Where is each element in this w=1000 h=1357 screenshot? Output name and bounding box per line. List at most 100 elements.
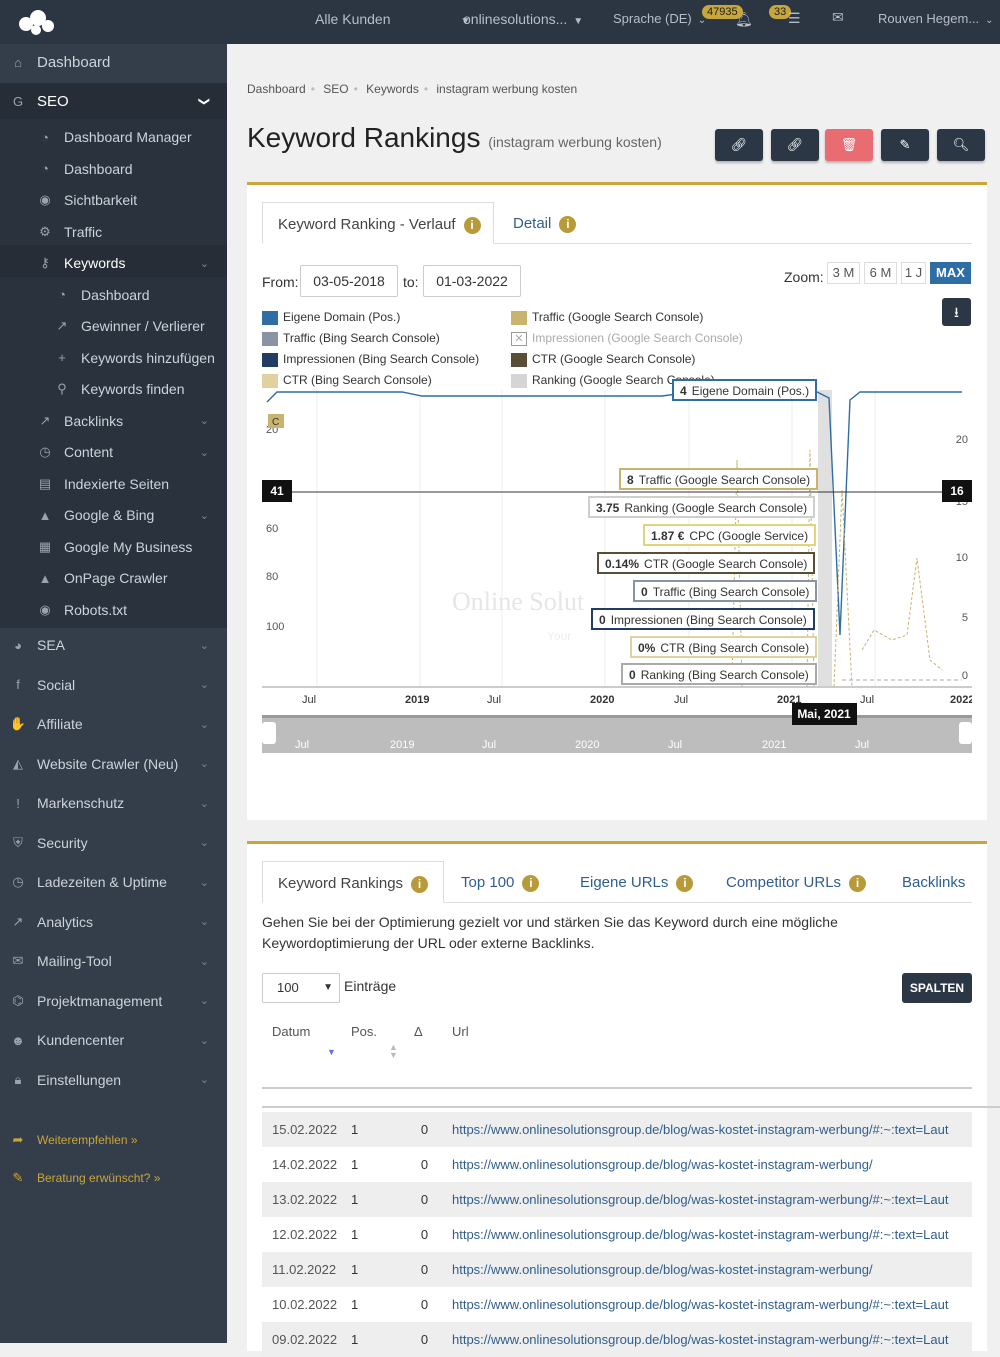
info-icon[interactable]: i bbox=[411, 875, 429, 893]
sidebar-item-label: Analytics bbox=[37, 913, 94, 930]
sidebar-item-label: Gewinner / Verlierer bbox=[81, 318, 205, 334]
tab-keyword-rankings[interactable]: Keyword Rankings i bbox=[262, 861, 444, 903]
project-select-label: onlinesolutions... bbox=[463, 11, 568, 27]
info-icon[interactable]: i bbox=[559, 215, 577, 233]
cell-url-link[interactable]: https://www.onlinesolutionsgroup.de/blog… bbox=[443, 1192, 968, 1207]
legend-item[interactable]: CTR (Bing Search Console) bbox=[262, 373, 432, 388]
info-icon[interactable]: i bbox=[676, 874, 694, 892]
sidebar-item-ladezeiten-uptime[interactable]: ◷ Ladezeiten & Uptime ⌄ bbox=[0, 864, 227, 900]
cell-url-link[interactable]: https://www.onlinesolutionsgroup.de/blog… bbox=[443, 1297, 968, 1312]
language-select[interactable]: Sprache (DE) ⌄ bbox=[613, 11, 706, 26]
tab-top-100[interactable]: Top 100 i bbox=[461, 874, 540, 892]
chevron-down-icon: ⌄ bbox=[199, 797, 209, 810]
zoom-6m-button[interactable]: 6 M bbox=[864, 262, 897, 284]
sidebar-item-website-crawler-neu-[interactable]: ◭ Website Crawler (Neu) ⌄ bbox=[0, 746, 227, 782]
column-date[interactable]: Datum bbox=[272, 1024, 310, 1039]
project-select[interactable]: onlinesolutions... ▼ bbox=[463, 11, 583, 27]
client-select[interactable]: Alle Kunden ▼ bbox=[315, 11, 470, 27]
cell-pos: 1 bbox=[351, 1192, 359, 1207]
sidebar-item-label: Social bbox=[37, 676, 76, 693]
columns-button[interactable]: SPALTEN bbox=[902, 973, 972, 1003]
cell-url-link[interactable]: https://www.onlinesolutionsgroup.de/blog… bbox=[443, 1157, 968, 1172]
edit-button[interactable]: ✎ bbox=[881, 129, 929, 161]
column-delta[interactable]: Δ bbox=[414, 1024, 423, 1039]
from-date-input[interactable]: 03-05-2018 bbox=[300, 265, 398, 297]
info-icon[interactable]: i bbox=[463, 216, 481, 234]
watermark-text: Online Solut bbox=[452, 587, 585, 616]
sidebar-item-dashboard[interactable]: ⌂ Dashboard bbox=[0, 44, 227, 80]
delete-button[interactable]: 🗑︎ bbox=[825, 129, 873, 161]
zoom-max-button[interactable]: MAX bbox=[930, 262, 971, 284]
cell-url-link[interactable]: https://www.onlinesolutionsgroup.de/blog… bbox=[443, 1332, 968, 1347]
info-icon[interactable]: i bbox=[849, 874, 867, 892]
sidebar-item-weiterempfehlen-[interactable]: ➦ Weiterempfehlen » bbox=[0, 1122, 227, 1158]
sidebar-item-affiliate[interactable]: ✋ Affiliate ⌄ bbox=[0, 706, 227, 742]
sidebar-item-seo[interactable]: G SEO ❯ bbox=[0, 83, 227, 119]
plus-icon: + bbox=[58, 350, 66, 365]
sidebar-item-robots-txt[interactable]: ◉ Robots.txt bbox=[0, 591, 227, 628]
sidebar-item-kundencenter[interactable]: ☻ Kundencenter ⌄ bbox=[0, 1022, 227, 1058]
sidebar-item-label: Kundencenter bbox=[37, 1032, 125, 1048]
cell-url-link[interactable]: https://www.onlinesolutionsgroup.de/blog… bbox=[443, 1122, 968, 1137]
column-url[interactable]: Url bbox=[452, 1024, 469, 1039]
sidebar-item-sea[interactable]: ◕ SEA ⌄ bbox=[0, 627, 227, 663]
sidebar-item-einstellungen[interactable]: 🔒︎ Einstellungen ⌄ bbox=[0, 1062, 227, 1098]
sort-desc-icon[interactable]: ▼ bbox=[327, 1047, 336, 1057]
pie-icon: ◕ bbox=[14, 637, 22, 653]
user-menu[interactable]: Rouven Hegem... ⌄ bbox=[878, 11, 994, 26]
to-date-input[interactable]: 01-03-2022 bbox=[423, 265, 521, 297]
legend-item[interactable]: Traffic (Bing Search Console) bbox=[262, 331, 440, 346]
language-label: Sprache (DE) bbox=[613, 11, 692, 26]
breadcrumb-keywords[interactable]: Keywords bbox=[366, 82, 419, 96]
zoom-3m-button[interactable]: 3 M bbox=[827, 262, 860, 284]
sidebar-item-social[interactable]: f Social ⌄ bbox=[0, 667, 227, 703]
legend-item[interactable]: Eigene Domain (Pos.) bbox=[262, 310, 400, 325]
legend-label: Traffic (Google Search Console) bbox=[532, 310, 704, 324]
link-button-2[interactable]: 🔗︎ bbox=[771, 129, 819, 161]
bell-icon[interactable]: 🔔︎ bbox=[735, 11, 753, 28]
chevron-down-icon: ⌄ bbox=[199, 257, 209, 270]
tab-competitor-urls[interactable]: Competitor URLs i bbox=[726, 874, 867, 892]
chevron-down-icon: ⌄ bbox=[199, 955, 209, 968]
hover-band bbox=[818, 390, 832, 687]
logo-icon[interactable] bbox=[14, 6, 58, 38]
page-size-select[interactable]: 100 ▼ bbox=[262, 973, 340, 1003]
chart-icon: ▲ bbox=[38, 570, 52, 586]
sidebar-item-beratung-erw-nscht-[interactable]: ✎ Beratung erwünscht? » bbox=[0, 1160, 227, 1196]
sidebar-item-security[interactable]: ⛨ Security ⌄ bbox=[0, 825, 227, 861]
search-button[interactable]: 🔍︎ bbox=[937, 129, 985, 161]
comments-icon: ✎ bbox=[12, 1170, 24, 1185]
exclamation-icon: ! bbox=[16, 795, 20, 811]
tab-eigene-urls[interactable]: Eigene URLs i bbox=[580, 874, 694, 892]
download-button[interactable]: ⭳ bbox=[942, 298, 971, 326]
legend-item[interactable]: ✕ Impressionen (Google Search Console) bbox=[511, 331, 743, 346]
sidebar-item-mailing-tool[interactable]: ✉ Mailing-Tool ⌄ bbox=[0, 943, 227, 979]
sort-icon[interactable]: ▲ ▼ bbox=[389, 1043, 398, 1060]
legend-item[interactable]: Impressionen (Bing Search Console) bbox=[262, 352, 479, 367]
cell-date: 15.02.2022 bbox=[272, 1122, 338, 1137]
sidebar-item-label: Website Crawler (Neu) bbox=[37, 755, 179, 772]
link-button[interactable]: 🔗︎ bbox=[715, 129, 763, 161]
sidebar-item-label: Sichtbarkeit bbox=[64, 192, 138, 208]
list-icon[interactable]: ☰ bbox=[788, 10, 801, 27]
sidebar-item-analytics[interactable]: ↗ Analytics ⌄ bbox=[0, 904, 227, 940]
edit-icon: ✎ bbox=[899, 137, 911, 152]
info-icon[interactable]: i bbox=[522, 874, 540, 892]
tooltip-value: 0 bbox=[641, 585, 648, 599]
cell-url-link[interactable]: https://www.onlinesolutionsgroup.de/blog… bbox=[443, 1262, 968, 1277]
cell-url-link[interactable]: https://www.onlinesolutionsgroup.de/blog… bbox=[443, 1227, 968, 1242]
tab-ranking-history[interactable]: Keyword Ranking - Verlauf i bbox=[262, 202, 494, 244]
table-row: 15.02.2022 1 0 https://www.onlinesolutionsg… bbox=[262, 1112, 972, 1147]
envelope-icon[interactable]: ✉ bbox=[832, 9, 844, 26]
legend-item[interactable]: Traffic (Google Search Console) bbox=[511, 310, 703, 325]
chevron-down-icon: ⌄ bbox=[199, 639, 209, 652]
breadcrumb-seo[interactable]: SEO bbox=[323, 82, 348, 96]
column-pos[interactable]: Pos. bbox=[351, 1024, 377, 1039]
sidebar-item-markenschutz[interactable]: ! Markenschutz ⌄ bbox=[0, 785, 227, 821]
tab-detail[interactable]: Detail i bbox=[513, 215, 577, 233]
sidebar-item-projektmanagement[interactable]: ⌬ Projektmanagement ⌄ bbox=[0, 983, 227, 1019]
zoom-1y-button[interactable]: 1 J bbox=[901, 262, 926, 284]
breadcrumb-dashboard[interactable]: Dashboard bbox=[247, 82, 306, 96]
legend-item[interactable]: CTR (Google Search Console) bbox=[511, 352, 695, 367]
tab-backlinks[interactable]: Backlinks bbox=[902, 874, 965, 891]
